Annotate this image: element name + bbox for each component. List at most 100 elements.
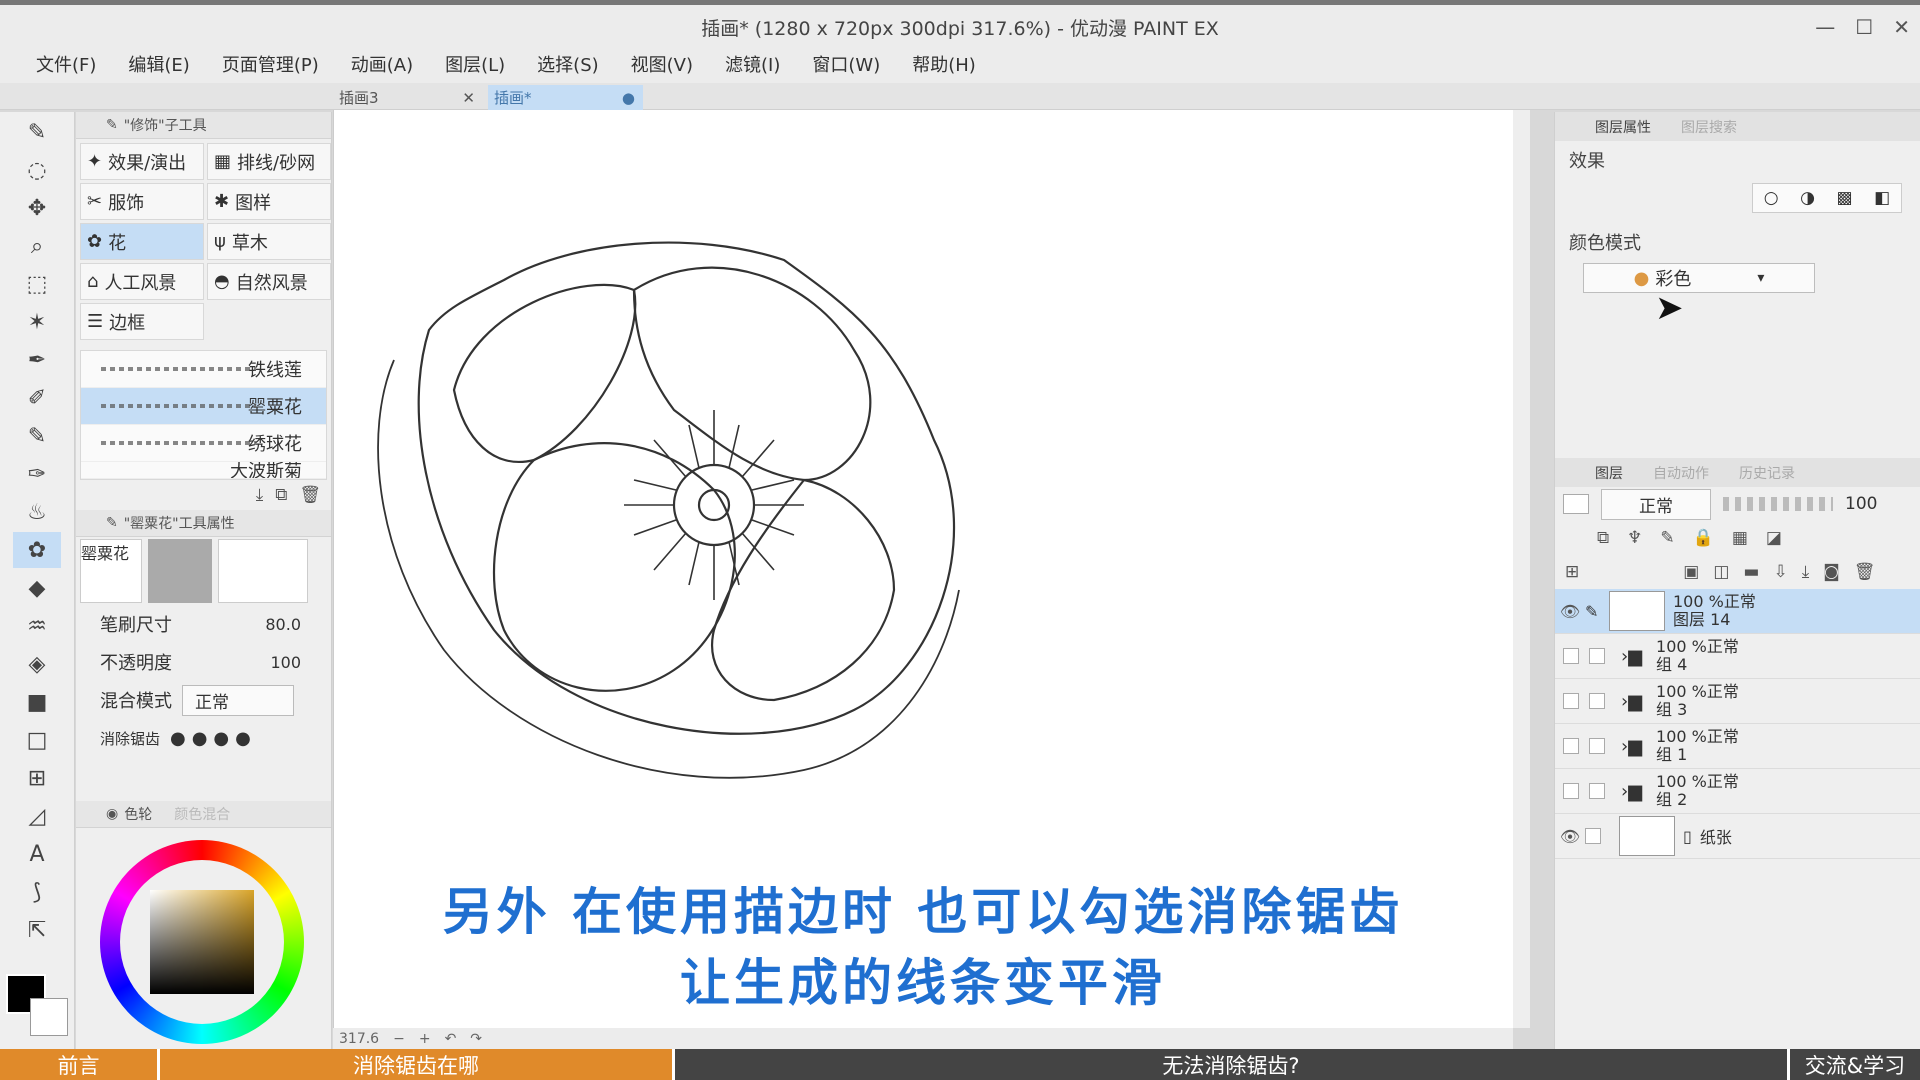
opacity-row[interactable]: 不透明度 100 [76, 643, 331, 681]
zoom-out-icon[interactable]: − [393, 1031, 405, 1047]
tab-color-mix[interactable]: 颜色混合 [174, 804, 230, 824]
group-clothing[interactable]: ✂ 服饰 [80, 183, 204, 220]
lock-alpha-icon[interactable]: ▦ [1732, 528, 1748, 548]
group-hatching[interactable]: ▦ 排线/砂网 [207, 143, 331, 180]
tool-pen[interactable]: ✎ [13, 114, 61, 150]
brush-cosmos[interactable]: 大波斯菊 [81, 462, 326, 479]
redo-icon[interactable]: ↷ [470, 1031, 482, 1047]
tab-auto-action[interactable]: 自动动作 [1653, 463, 1709, 483]
layer-panel-menu-icon[interactable]: ⊞ [1565, 562, 1579, 582]
group-pattern[interactable]: ✱ 图样 [207, 183, 331, 220]
merge-down-icon[interactable]: ⤓ [1802, 562, 1810, 582]
tool-decoration[interactable]: ✿ [13, 532, 61, 568]
color-square[interactable] [150, 890, 254, 994]
tab-color-wheel[interactable]: 色轮 [124, 804, 152, 824]
copy-icon[interactable]: ⧉ [275, 485, 287, 505]
opacity-value[interactable]: 100 [270, 653, 301, 672]
chapter-cannot-antialias[interactable]: 无法消除锯齿? [675, 1049, 1790, 1080]
reference-icon[interactable]: ♆ [1627, 528, 1642, 548]
brush-clematis[interactable]: 铁线莲 [81, 351, 326, 388]
layer-opacity-slider[interactable] [1723, 497, 1833, 511]
canvas-vertical-scrollbar[interactable] [1513, 110, 1530, 1028]
lock-checkbox[interactable] [1589, 648, 1605, 664]
menu-select[interactable]: 选择(S) [525, 47, 610, 81]
layer-mask-icon[interactable]: ◙ [1823, 562, 1840, 582]
tool-object[interactable]: ⌕ [13, 228, 61, 264]
tab-illustration-active[interactable]: 插画* ● [488, 85, 643, 110]
menu-animation[interactable]: 动画(A) [339, 47, 425, 81]
chapter-exchange[interactable]: 交流&学习 [1790, 1049, 1920, 1080]
brush-hydrangea[interactable]: 绣球花 [81, 425, 326, 462]
menu-help[interactable]: 帮助(H) [900, 47, 988, 81]
layer-row[interactable]: 👁 ✎ 100 %正常 图层 14 [1555, 589, 1920, 634]
eye-icon[interactable]: 👁 [1555, 602, 1585, 621]
halftone-icon[interactable]: ▩ [1837, 188, 1853, 208]
lock-checkbox[interactable] [1589, 738, 1605, 754]
tool-move[interactable]: ✥ [13, 190, 61, 226]
zoom-value[interactable]: 317.6 [339, 1031, 379, 1047]
effect-buttons[interactable]: ○ ◑ ▩ ◧ [1752, 183, 1902, 213]
tool-balloon[interactable]: ⟆ [13, 874, 61, 910]
menu-window[interactable]: 窗口(W) [800, 47, 892, 81]
tool-pencil[interactable]: ✐ [13, 380, 61, 416]
layer-row[interactable]: ›▆ 100 %正常组 4 [1555, 634, 1920, 679]
tool-text[interactable]: A [13, 836, 61, 872]
menu-filter[interactable]: 滤镜(I) [713, 47, 792, 81]
layer-color-swatch[interactable] [1563, 494, 1589, 514]
tool-gradient[interactable]: ■ [13, 684, 61, 720]
menu-page[interactable]: 页面管理(P) [210, 47, 331, 81]
group-effect[interactable]: ✦ 效果/演出 [80, 143, 204, 180]
new-folder-icon[interactable]: ▬ [1743, 562, 1759, 582]
tool-correct-line[interactable]: ⇱ [13, 912, 61, 948]
visibility-checkbox[interactable] [1563, 783, 1579, 799]
visibility-checkbox[interactable] [1563, 693, 1579, 709]
zoom-in-icon[interactable]: + [419, 1031, 431, 1047]
tool-eraser[interactable]: ◆ [13, 570, 61, 606]
menu-view[interactable]: 视图(V) [619, 47, 705, 81]
tool-airbrush[interactable]: ✑ [13, 456, 61, 492]
brush-size-row[interactable]: 笔刷尺寸 80.0 [76, 605, 331, 643]
undo-icon[interactable]: ↶ [445, 1031, 457, 1047]
tool-ruler[interactable]: ◿ [13, 798, 61, 834]
clip-icon[interactable]: ⧉ [1597, 528, 1609, 548]
lock-checkbox[interactable] [1589, 783, 1605, 799]
circle-icon[interactable]: ○ [1764, 188, 1779, 208]
group-plants[interactable]: ψ 草木 [207, 223, 331, 260]
group-artificial-scenery[interactable]: ⌂ 人工风景 [80, 263, 204, 300]
tool-fill[interactable]: ◈ [13, 646, 61, 682]
color-mode-dropdown[interactable]: ● 彩色 ▾ [1583, 263, 1815, 293]
maximize-button[interactable]: ☐ [1855, 15, 1873, 39]
new-raster-layer-icon[interactable]: ▣ [1683, 562, 1699, 582]
trash-icon[interactable]: 🗑 [299, 485, 321, 505]
eye-icon[interactable]: 👁 [1555, 827, 1585, 846]
group-flower[interactable]: ✿ 花 [80, 223, 204, 260]
minimize-button[interactable]: — [1815, 15, 1835, 39]
menu-file[interactable]: 文件(F) [24, 47, 108, 81]
tool-selection[interactable]: ⬚ [13, 266, 61, 302]
group-border[interactable]: ☰ 边框 [80, 303, 204, 340]
tool-blend[interactable]: ♒ [13, 608, 61, 644]
color-wheel[interactable] [100, 840, 304, 1044]
chapter-intro[interactable]: 前言 [0, 1049, 160, 1080]
lock-checkbox[interactable] [1585, 828, 1601, 844]
mask-icon[interactable]: ◪ [1766, 528, 1782, 548]
tab-illustration-3[interactable]: 插画3 ✕ [333, 85, 483, 110]
tab-history[interactable]: 历史记录 [1739, 463, 1795, 483]
menu-layer[interactable]: 图层(L) [433, 47, 517, 81]
tab-layer-search[interactable]: 图层搜索 [1681, 117, 1737, 137]
tool-pen-2[interactable]: ✒ [13, 342, 61, 378]
close-icon[interactable]: ✕ [462, 89, 475, 107]
antialias-options[interactable]: ●●●● [170, 728, 257, 749]
new-vector-layer-icon[interactable]: ◫ [1713, 562, 1729, 582]
tool-brush[interactable]: ✎ [13, 418, 61, 454]
group-natural-scenery[interactable]: ◓ 自然风景 [207, 263, 331, 300]
visibility-checkbox[interactable] [1563, 738, 1579, 754]
chapter-antialias-location[interactable]: 消除锯齿在哪 [160, 1049, 675, 1080]
layer-opacity-value[interactable]: 100 [1845, 494, 1877, 514]
menu-edit[interactable]: 编辑(E) [116, 47, 201, 81]
brush-size-value[interactable]: 80.0 [265, 615, 301, 634]
tab-layers[interactable]: 图层 [1595, 463, 1623, 483]
tool-lasso[interactable]: ◌ [13, 152, 61, 188]
lock-checkbox[interactable] [1589, 693, 1605, 709]
blend-mode-select[interactable]: 正常 [182, 684, 294, 716]
